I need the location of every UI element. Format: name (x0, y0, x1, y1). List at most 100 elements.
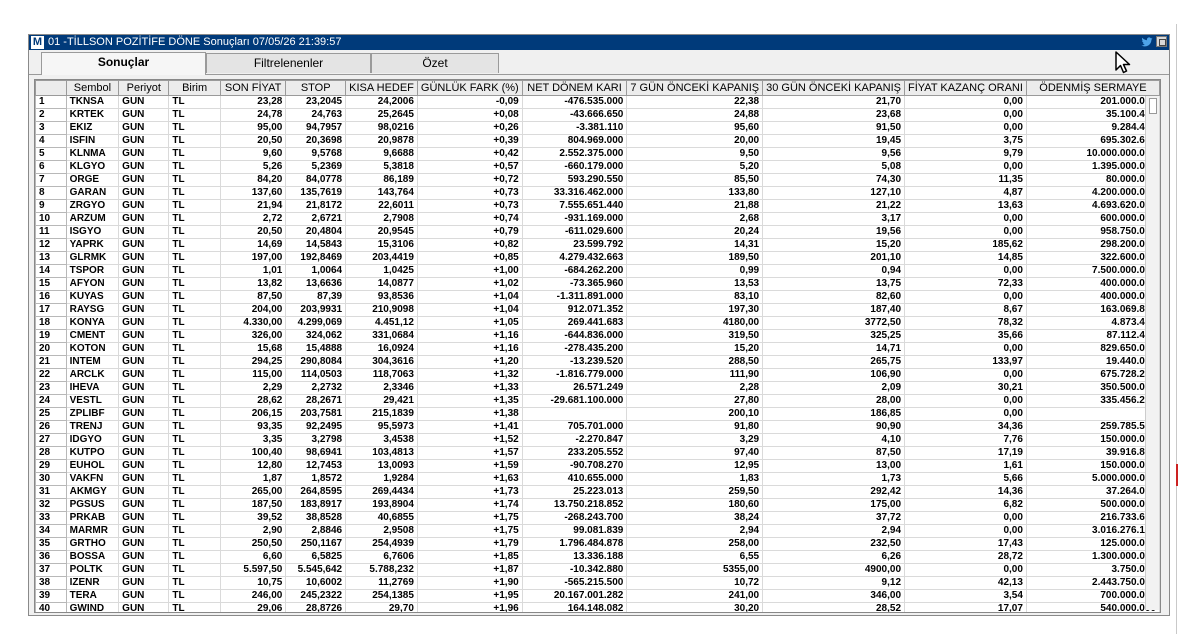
column-header[interactable]: 7 GÜN ÖNCEKİ KAPANIŞ (626, 80, 764, 96)
table-row[interactable]: 5 KLNMA GUN TL 9,60 9,5768 9,6688 +0,42 2.552.37… (35, 147, 1160, 161)
restore-icon[interactable] (1156, 36, 1167, 47)
table-row[interactable]: 8 GARAN GUN TL 137,60 135,7619 143,764 +0,73 33.… (35, 186, 1160, 200)
table-cell: 0,00 (904, 160, 1027, 174)
table-row[interactable]: 29 EUHOL GUN TL 12,80 12,7453 13,0093 +1,59 -90.… (35, 459, 1160, 473)
table-row[interactable]: 2 KRTEK GUN TL 24,78 24,763 25,2645 +0,08 -43.66… (35, 108, 1160, 122)
table-row[interactable]: 35 GRTHO GUN TL 250,50 250,1167 254,4939 +1,79 1… (35, 537, 1160, 551)
title-bar[interactable]: M 01 -TİLLSON POZİTİFE DÖNE Sonuçları 07… (29, 35, 1169, 50)
table-cell: 246,00 (219, 589, 287, 603)
table-row[interactable]: 19 CMENT GUN TL 326,00 324,062 331,0684 +1,16 -6… (35, 329, 1160, 343)
table-row[interactable]: 13 GLRMK GUN TL 197,00 192,8469 203,4419 +0,85 4… (35, 251, 1160, 265)
table-row[interactable]: 27 IDGYO GUN TL 3,35 3,2798 3,4538 +1,52 -2.270.… (35, 433, 1160, 447)
table-cell: 269,4434 (345, 485, 418, 499)
column-header[interactable]: SON FİYAT (219, 80, 287, 96)
table-row[interactable]: 9 ZRGYO GUN TL 21,94 21,8172 22,6011 +0,73 7.555… (35, 199, 1160, 213)
table-row[interactable]: 6 KLGYO GUN TL 5,26 5,2369 5,3818 +0,57 -660.179… (35, 160, 1160, 174)
table-row[interactable]: 22 ARCLK GUN TL 115,00 114,0503 118,7063 +1,32-… (35, 368, 1160, 382)
table-cell: 0,00 (904, 225, 1027, 239)
table-row[interactable]: 11 ISGYO GUN TL 20,50 20,4804 20,9545 +0,79 -611… (35, 225, 1160, 239)
table-row[interactable]: 30 VAKFN GUN TL 1,87 1,8572 1,9284 +1,63 410.655… (35, 472, 1160, 486)
column-header[interactable]: Birim (168, 80, 221, 96)
table-row[interactable]: 31 AKMGY GUN TL 265,00 264,8595 269,4434 +1,73 2… (35, 485, 1160, 499)
table-row[interactable]: 39 TERA GUN TL 246,00 245,2322 254,1385 +1,95 20… (35, 589, 1160, 603)
table-cell: 1.300.000.000 (1025, 550, 1160, 564)
table-cell: 9 (35, 199, 67, 213)
table-cell: 5.000.000.000 (1025, 472, 1160, 486)
table-row[interactable]: 25 ZPLIBF GUN TL 206,15 203,7581 215,1839 +1,38… (35, 407, 1160, 421)
table-cell: 600.000.000 (1025, 212, 1160, 226)
column-header[interactable]: 30 GÜN ÖNCEKİ KAPANIŞ (762, 80, 906, 96)
column-header[interactable]: NET DÖNEM KARI (521, 80, 628, 96)
column-header[interactable]: FİYAT KAZANÇ ORANI (904, 80, 1027, 96)
table-cell: 32 (35, 498, 67, 512)
column-header[interactable]: Periyot (118, 80, 170, 96)
scrollbar-thumb[interactable] (1149, 98, 1157, 114)
table-cell: 4.279.432.663 (521, 251, 628, 265)
table-row[interactable]: 24 VESTL GUN TL 28,62 28,2671 29,421 +1,35 -29.6… (35, 394, 1160, 408)
table-row[interactable]: 16 KUYAS GUN TL 87,50 87,39 93,8536 +1,04 -1.311… (35, 290, 1160, 304)
tab-ozet[interactable]: Özet (371, 53, 499, 73)
table-row[interactable]: 17 RAYSG GUN TL 204,00 203,9931 210,9098 +1,04 9… (35, 303, 1160, 317)
table-cell: 193,8904 (345, 498, 418, 512)
table-row[interactable]: 23 IHEVA GUN TL 2,29 2,2732 2,3346 +1,33 26.571.… (35, 381, 1160, 395)
column-header[interactable]: GÜNLÜK FARK (%) (416, 80, 523, 96)
tab-sonuclar[interactable]: Sonuçlar (41, 52, 206, 75)
tab-bar: Sonuçlar Filtrelenenler Özet (29, 50, 1169, 75)
table-cell: 2,8846 (285, 524, 347, 538)
table-cell: CMENT (65, 329, 120, 343)
table-row[interactable]: 21 INTEM GUN TL 294,25 290,8084 304,3616 +1,20-… (35, 355, 1160, 369)
table-row[interactable]: 12 YAPRK GUN TL 14,69 14,5843 15,3106 +0,82 23.5… (35, 238, 1160, 252)
table-cell: 29,06 (219, 602, 287, 612)
column-header[interactable]: Sembol (65, 80, 120, 96)
table-row[interactable]: 20 KOTON GUN TL 15,68 15,4888 16,0924 +1,16 -278… (35, 342, 1160, 356)
table-row[interactable]: 1 TKNSA GUN TL 23,28 23,2045 24,2006 -0,09 -476.… (35, 95, 1160, 109)
table-cell: TL (168, 433, 221, 447)
table-row[interactable]: 7 ORGE GUN TL 84,20 84,0778 86,189 +0,72 593.290… (35, 173, 1160, 187)
table-cell: 675.728.205 (1025, 368, 1160, 382)
table-cell: 1.395.000.000 (1025, 160, 1160, 174)
table-row[interactable]: 14 TSPOR GUN TL 1,01 1,0064 1,0425 +1,00 -684.26… (35, 264, 1160, 278)
table-cell: TL (168, 355, 221, 369)
table-cell: TSPOR (65, 264, 120, 278)
table-cell: AKMGY (65, 485, 120, 499)
table-cell: 1,0064 (285, 264, 347, 278)
table-cell: 185,62 (904, 238, 1027, 252)
table-row[interactable]: 18 KONYA GUN TL 4.330,00 4.299,069 4.451,12 +1,… (35, 316, 1160, 330)
table-cell: +1,63 (416, 472, 523, 486)
tab-filtrelenenler[interactable]: Filtrelenenler (206, 53, 371, 73)
table-cell: 540.000.000 (1025, 602, 1160, 612)
table-cell: 14,31 (626, 238, 764, 252)
table-row[interactable]: 3 EKIZ GUN TL 95,00 94,7957 98,0216 +0,26 -3.381… (35, 121, 1160, 135)
vertical-scrollbar[interactable] (1145, 96, 1159, 610)
table-row[interactable]: 33 PRKAB GUN TL 39,52 38,8528 40,6855 +1,75 -268… (35, 511, 1160, 525)
column-header[interactable]: ÖDENMİŞ SERMAYE (1025, 80, 1160, 96)
column-header[interactable] (35, 80, 67, 96)
table-cell: 705.701.000 (521, 420, 628, 434)
table-cell: 34 (35, 524, 67, 538)
mouse-cursor-icon (1114, 51, 1134, 75)
table-row[interactable]: 34 MARMR GUN TL 2,90 2,8846 2,9508 +1,75 99.081.… (35, 524, 1160, 538)
table-cell: -90.708.270 (521, 459, 628, 473)
twitter-icon[interactable] (1141, 37, 1153, 48)
table-cell: GUN (118, 381, 170, 395)
table-cell: 10,75 (219, 576, 287, 590)
table-cell: +0,42 (416, 147, 523, 161)
table-row[interactable]: 28 KUTPO GUN TL 100,40 98,6941 103,4813 +1,57 23… (35, 446, 1160, 460)
table-row[interactable]: 15 AFYON GUN TL 13,82 13,6636 14,0877 +1,02 -73.… (35, 277, 1160, 291)
table-row[interactable]: 26 TRENJ GUN TL 93,35 92,2495 95,5973 +1,41 705.… (35, 420, 1160, 434)
table-cell: 187,40 (762, 303, 906, 317)
table-cell: 20.167.001.282 (521, 589, 628, 603)
column-header[interactable]: STOP (285, 80, 347, 96)
column-header[interactable]: KISA HEDEF (345, 80, 418, 96)
table-cell: 500.000.000 (1025, 498, 1160, 512)
table-cell: 24 (35, 394, 67, 408)
table-row[interactable]: 32 PGSUS GUN TL 187,50 183,8917 193,8904 +1,74 1… (35, 498, 1160, 512)
table-row[interactable]: 36 BOSSA GUN TL 6,60 6,5825 6,7606 +1,85 13.336.… (35, 550, 1160, 564)
table-row[interactable]: 10 ARZUM GUN TL 2,72 2,6721 2,7908 +0,74 -931.16… (35, 212, 1160, 226)
table-row[interactable]: 40 GWIND GUN TL 29,06 28,8726 29,70 +1,96 164.14… (35, 602, 1160, 612)
table-row[interactable]: 4 ISFIN GUN TL 20,50 20,3698 20,9878 +0,39 804.9… (35, 134, 1160, 148)
table-cell: 40,6855 (345, 511, 418, 525)
table-row[interactable]: 38 IZENR GUN TL 10,75 10,6002 11,2769 +1,90 -565… (35, 576, 1160, 590)
table-row[interactable]: 37 POLTK GUN TL 5.597,50 5.545,642 5.788,232 +1… (35, 563, 1160, 577)
table-cell: TL (168, 446, 221, 460)
